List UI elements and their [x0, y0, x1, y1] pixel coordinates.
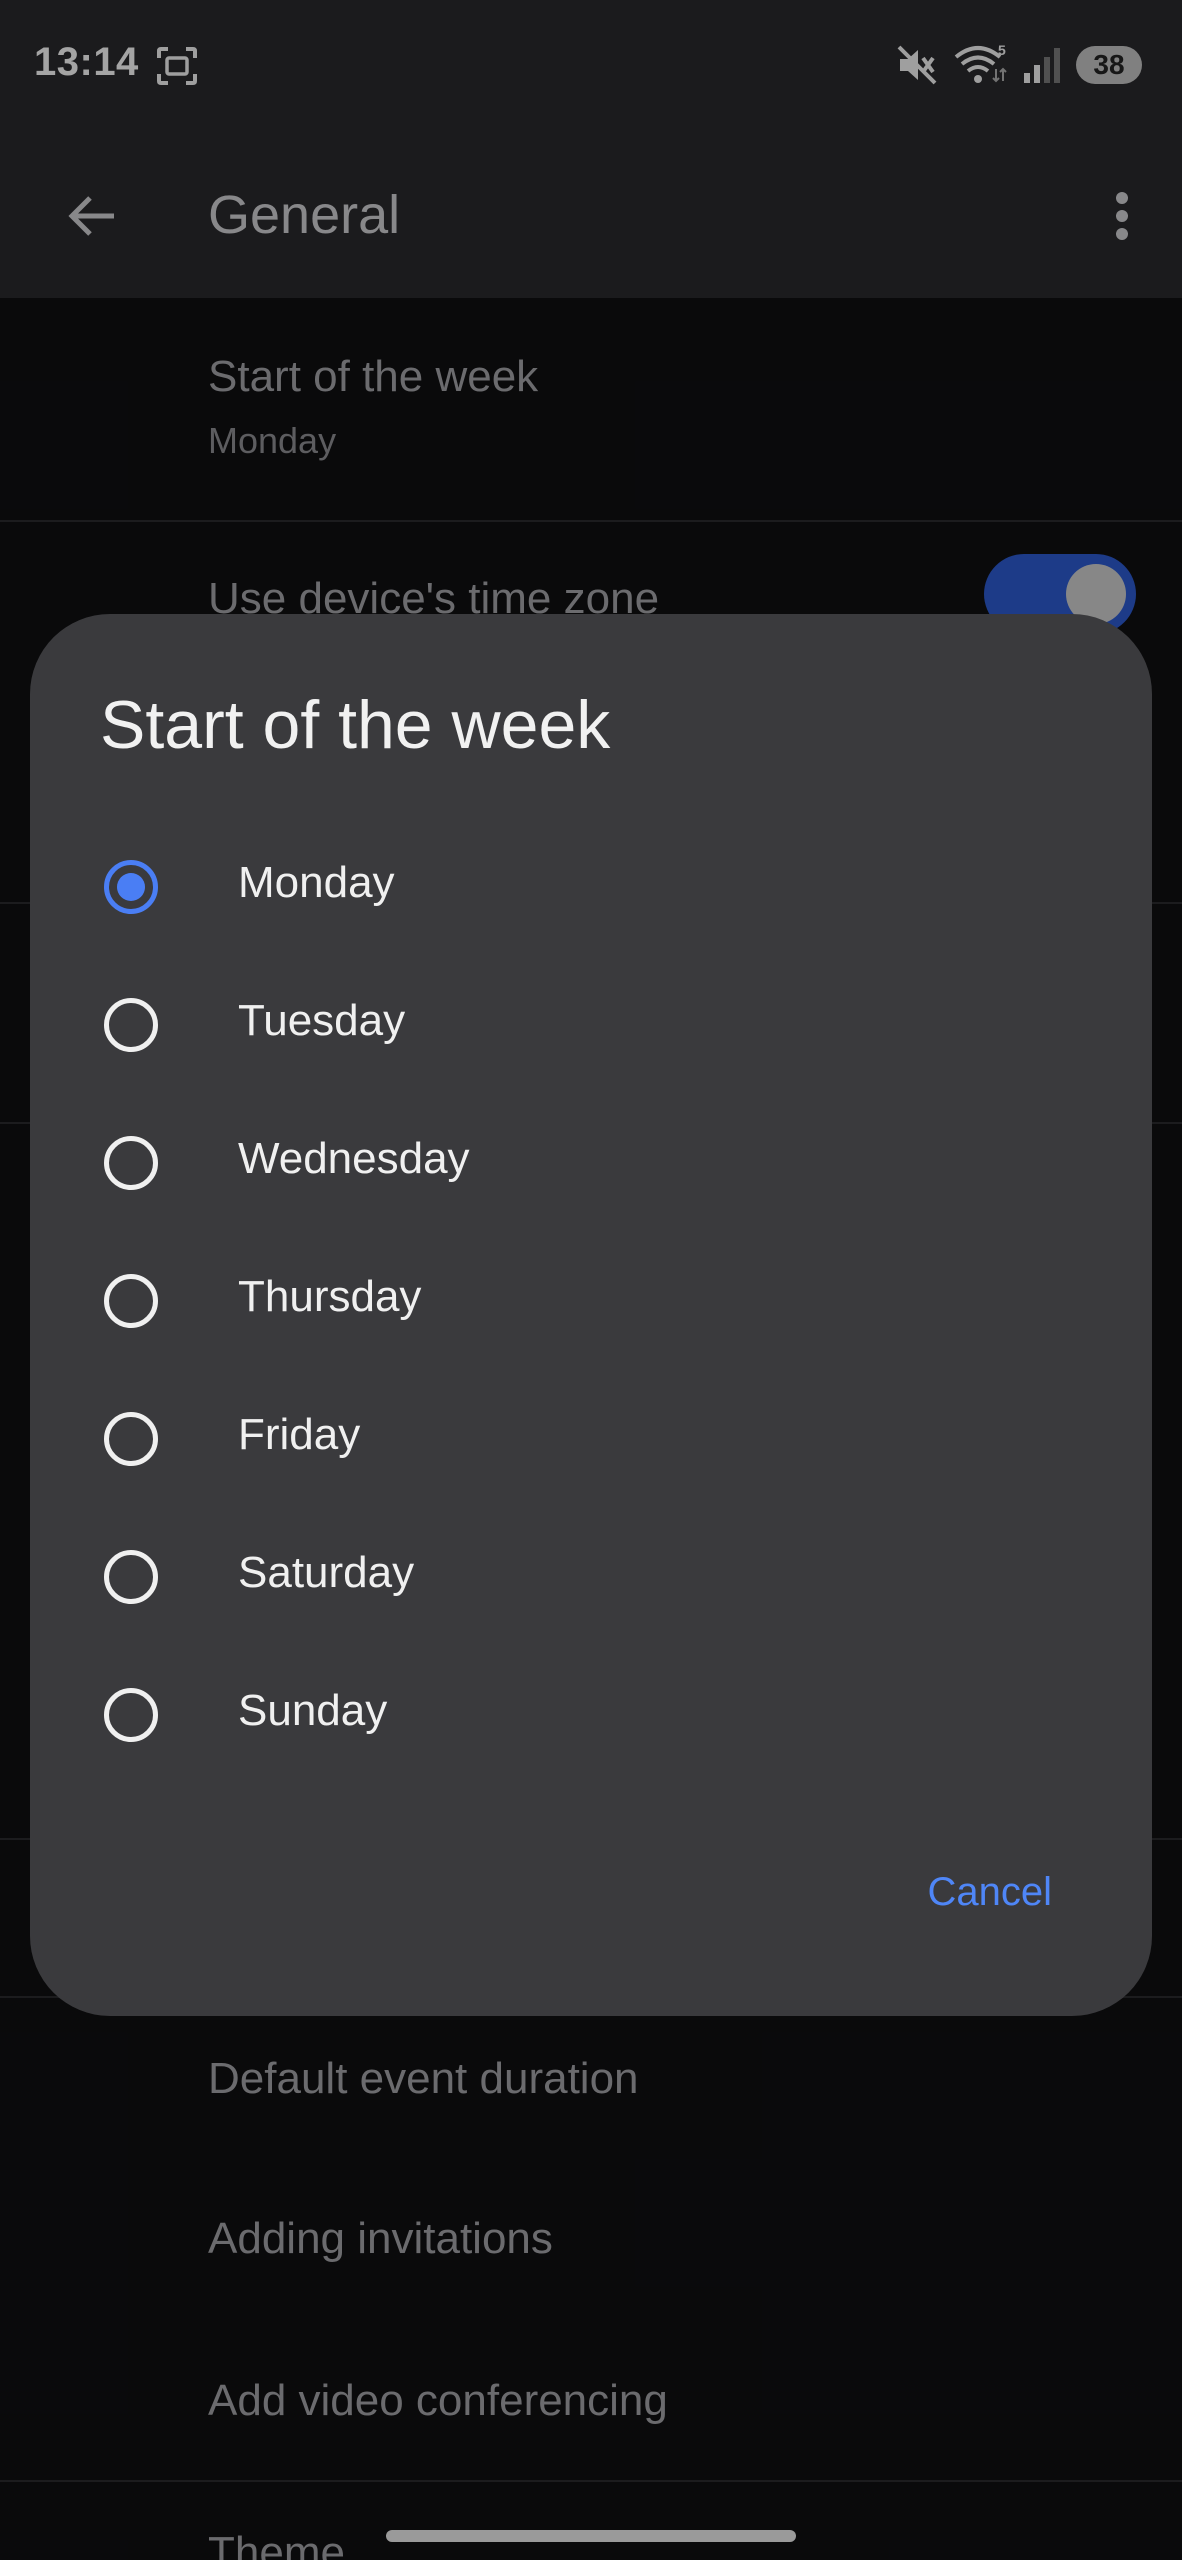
option-label: Saturday: [238, 1548, 415, 1597]
screen: 13:14 5 38 General Start of the week Mon…: [0, 0, 1182, 2560]
radio-dot: [117, 873, 145, 901]
dialog-title: Start of the week: [100, 687, 611, 763]
radio-unselected-icon[interactable]: [104, 1412, 158, 1466]
option-friday[interactable]: Friday: [70, 1374, 1110, 1512]
cancel-button[interactable]: Cancel: [917, 1864, 1062, 1921]
option-wednesday[interactable]: Wednesday: [70, 1098, 1110, 1236]
option-sunday[interactable]: Sunday: [70, 1650, 1110, 1788]
option-label: Sunday: [238, 1686, 388, 1735]
radio-unselected-icon[interactable]: [104, 1550, 158, 1604]
radio-unselected-icon[interactable]: [104, 1274, 158, 1328]
option-monday[interactable]: Monday: [70, 822, 1110, 960]
radio-unselected-icon[interactable]: [104, 998, 158, 1052]
option-label: Friday: [238, 1410, 361, 1459]
radio-unselected-icon[interactable]: [104, 1688, 158, 1742]
start-of-week-dialog: Start of the week Monday Tuesday Wednesd…: [30, 614, 1152, 2016]
option-label: Wednesday: [238, 1134, 470, 1183]
option-label: Thursday: [238, 1272, 422, 1321]
radio-selected-icon[interactable]: [104, 860, 158, 914]
option-label: Tuesday: [238, 996, 406, 1045]
option-saturday[interactable]: Saturday: [70, 1512, 1110, 1650]
radio-unselected-icon[interactable]: [104, 1136, 158, 1190]
option-label: Monday: [238, 858, 395, 907]
gesture-bar[interactable]: [386, 2530, 796, 2542]
option-thursday[interactable]: Thursday: [70, 1236, 1110, 1374]
option-tuesday[interactable]: Tuesday: [70, 960, 1110, 1098]
